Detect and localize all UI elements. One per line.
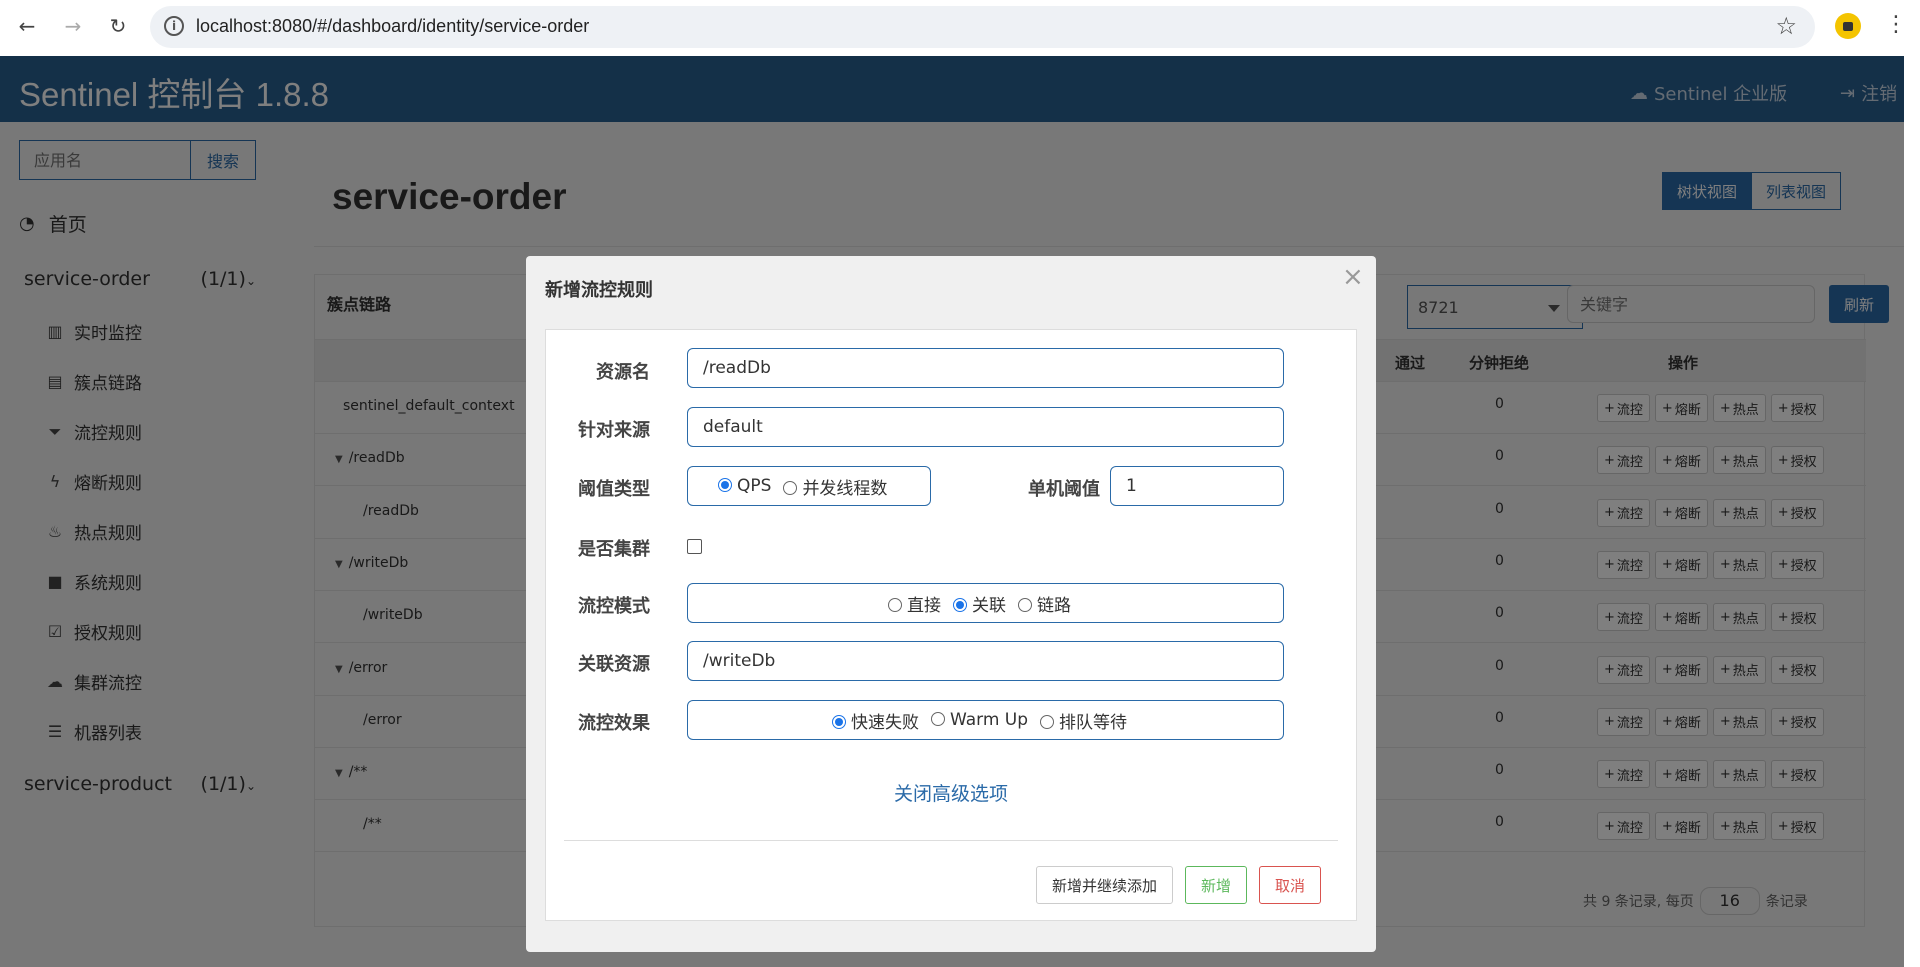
browser-chrome: ← → ↻ i localhost:8080/#/dashboard/ident… [0, 0, 1920, 56]
effect-fail-fast[interactable]: 快速失败 [831, 708, 919, 733]
effect-queue[interactable]: 排队等待 [1040, 708, 1127, 733]
radio-checked-icon [718, 478, 732, 492]
modal-form: 资源名 /readDb 针对来源 default 阈值类型 QPS 并发线程数 … [545, 329, 1357, 921]
threshold-type-label: 阈值类型 [578, 479, 650, 500]
radio-unchecked-icon [1018, 597, 1032, 612]
threshold-type-qps[interactable]: QPS [718, 476, 771, 496]
single-threshold-input[interactable]: 1 [1110, 466, 1284, 506]
cancel-button[interactable]: 取消 [1259, 866, 1321, 904]
resource-name-input[interactable]: /readDb [687, 348, 1284, 388]
mode-relate[interactable]: 关联 [953, 591, 1006, 616]
origin-input[interactable]: default [687, 407, 1284, 447]
radio-unchecked-icon [888, 597, 902, 612]
ref-resource-label: 关联资源 [578, 654, 650, 675]
divider [564, 840, 1338, 841]
radio-unchecked-icon [930, 712, 945, 726]
flow-effect-group: 快速失败 Warm Up 排队等待 [687, 700, 1284, 740]
radio-checked-icon [831, 714, 846, 729]
cluster-checkbox[interactable] [687, 539, 702, 554]
address-bar[interactable]: i localhost:8080/#/dashboard/identity/se… [150, 6, 1815, 48]
browser-menu-icon[interactable]: ⋮ [1885, 12, 1907, 37]
site-info-icon[interactable]: i [164, 16, 184, 36]
add-button[interactable]: 新增 [1185, 866, 1247, 904]
back-icon[interactable]: ← [13, 12, 41, 40]
threshold-type-group: QPS 并发线程数 [687, 466, 931, 506]
close-icon[interactable]: × [1342, 262, 1364, 292]
extension-icon[interactable] [1835, 13, 1861, 39]
threshold-type-threads[interactable]: 并发线程数 [783, 474, 887, 499]
effect-warm-up[interactable]: Warm Up [930, 710, 1028, 730]
cluster-label: 是否集群 [578, 539, 650, 560]
effect-label: 流控效果 [578, 713, 650, 734]
url-text[interactable]: localhost:8080/#/dashboard/identity/serv… [196, 16, 589, 37]
modal-title: 新增流控规则 [545, 280, 653, 301]
add-flow-rule-modal: 新增流控规则 × 资源名 /readDb 针对来源 default 阈值类型 Q… [526, 256, 1376, 952]
add-and-continue-button[interactable]: 新增并继续添加 [1036, 866, 1173, 904]
forward-icon[interactable]: → [59, 12, 87, 40]
radio-unchecked-icon [1040, 714, 1055, 729]
mode-direct[interactable]: 直接 [888, 591, 941, 616]
reload-icon[interactable]: ↻ [104, 12, 132, 40]
resource-label: 资源名 [596, 362, 650, 383]
radio-checked-icon [953, 597, 967, 612]
bookmark-star-icon[interactable]: ☆ [1775, 12, 1797, 40]
mode-label: 流控模式 [578, 596, 650, 617]
ref-resource-input[interactable]: /writeDb [687, 641, 1284, 681]
flow-mode-group: 直接 关联 链路 [687, 583, 1284, 623]
single-threshold-label: 单机阈值 [1028, 479, 1100, 500]
radio-unchecked-icon [783, 480, 798, 495]
mode-chain[interactable]: 链路 [1018, 591, 1071, 616]
origin-label: 针对来源 [578, 420, 650, 441]
toggle-advanced-link[interactable]: 关闭高级选项 [894, 779, 1008, 806]
